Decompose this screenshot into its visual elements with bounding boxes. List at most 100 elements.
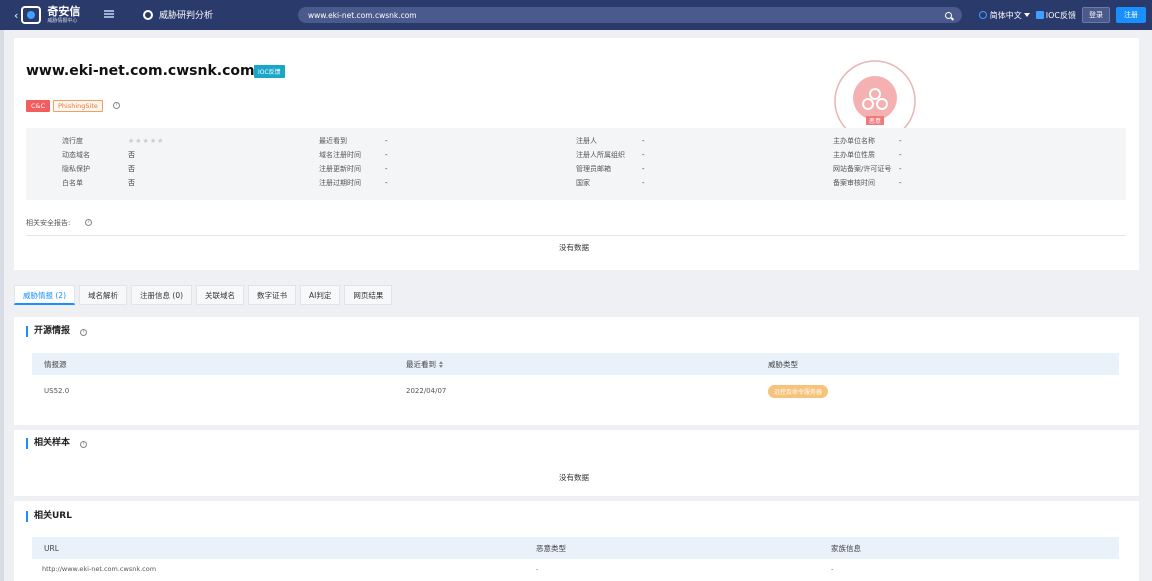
info-value: - [642,179,645,187]
urls-section: 相关URL URL 恶意类型 家族信息 http://www.eki-net.c… [14,501,1139,581]
info-value: 否 [128,151,135,159]
info-row: 动态域名 否 [62,150,319,160]
cell-threat: 远控及命令服务器 [756,384,1119,398]
help-icon[interactable]: ? [80,329,87,336]
tab-threat-intel[interactable]: 威胁情报 (2) [14,285,76,305]
info-value: - [899,179,902,187]
feedback-label: IOC反馈 [1045,10,1076,20]
info-row: 注册人所属组织 - [576,150,833,160]
tab-related-domains[interactable]: 关联域名 [196,285,245,305]
divider [26,235,1126,236]
language-selector[interactable]: 简体中文 [978,10,1030,21]
gear-icon [143,9,153,20]
info-row: 流行度 ★★★★★ [62,136,319,146]
cell-seen: 2022/04/07 [406,387,447,395]
brand-logo[interactable]: ‹ 奇安信 威胁情报中心 [14,5,80,25]
caret-down-icon [1023,13,1030,17]
info-value: 否 [128,179,135,187]
help-icon[interactable]: ? [113,102,120,109]
help-icon[interactable]: ? [80,441,87,448]
info-key: 注册过期时间 [319,179,361,187]
info-col-2: 最近看到 - 域名注册时间 - 注册更新时间 - 注册过期时间 - [319,136,576,192]
info-value: - [899,137,902,145]
info-value: - [385,179,388,187]
column-header: 家族信息 [831,543,861,553]
info-row: 国家 - [576,178,833,188]
column-header: 威胁类型 [768,359,798,369]
no-data-text: 没有数据 [559,473,589,482]
table-header: 情报源 最近看到 威胁类型 [32,353,1119,375]
info-col-4: 主办单位名称 - 主办单位性质 - 网站备案/许可证号 - 备案审核时间 - [833,136,1090,192]
header-actions: 简体中文 IOC反馈 登录 注册 [978,7,1146,23]
info-key: 白名单 [62,179,83,187]
cell-source: US52.0 [44,387,70,395]
report-label: 相关安全报告: [26,219,71,227]
info-value: - [899,151,902,159]
help-icon[interactable]: ? [85,219,92,226]
table-row: US52.0 2022/04/07 远控及命令服务器 [32,379,1119,403]
section-title: 相关样本 [26,438,70,449]
tab-web-results[interactable]: 网页结果 [344,285,393,305]
column-header-label: 最近看到 [406,359,436,369]
info-value: 否 [128,165,135,173]
column-header-sortable[interactable]: 最近看到 [394,359,756,370]
info-key: 注册人所属组织 [576,151,625,159]
tab-dns[interactable]: 域名解析 [79,285,128,305]
tab-ai-verdict[interactable]: AI判定 [300,285,341,305]
left-edge [0,30,4,581]
login-button[interactable]: 登录 [1082,7,1110,23]
search-input[interactable] [308,10,945,20]
info-row: 白名单 否 [62,178,319,188]
ioc-feedback-link[interactable]: IOC反馈 [1035,10,1076,21]
cell-url-link[interactable]: http://www.eki-net.com.cwsnk.com [32,565,524,573]
info-row: 备案审核时间 - [833,178,1090,188]
globe-icon [978,11,987,19]
info-key: 注册人 [576,137,597,145]
info-value: - [385,137,388,145]
samples-section: 相关样本 ? 没有数据 [14,430,1139,496]
tab-certificates[interactable]: 数字证书 [248,285,297,305]
register-button[interactable]: 注册 [1116,7,1146,23]
info-col-1: 流行度 ★★★★★ 动态域名否 隐私保护否 白名单否 [62,136,319,192]
language-label: 简体中文 [989,10,1022,20]
info-row: 最近看到 - [319,136,576,146]
logo-icon [21,6,42,24]
info-row: 主办单位名称 - [833,136,1090,146]
seal-label: 恶意 [869,117,881,125]
info-row: 注册人 - [576,136,833,146]
info-row: 主办单位性质 - [833,150,1090,160]
info-row: 管理员邮箱 - [576,164,833,174]
no-data-text: 没有数据 [559,243,589,252]
search-bar[interactable] [298,7,962,23]
module-title[interactable]: 威胁研判分析 [143,8,213,21]
column-header: 情报源 [44,359,67,369]
info-value: - [642,137,645,145]
table-header: URL 恶意类型 家族信息 [32,537,1119,559]
module-label: 威胁研判分析 [159,11,214,21]
info-value: - [385,151,388,159]
info-key: 流行度 [62,137,83,145]
section-title: 开源情报 [26,326,70,337]
tag-phishingsite: PhishingSite [53,100,103,112]
info-key: 网站备案/许可证号 [833,165,892,173]
summary-card: www.eki-net.com.cwsnk.com IOC反馈 C&C Phis… [14,38,1139,270]
info-col-3: 注册人 - 注册人所属组织 - 管理员邮箱 - 国家 - [576,136,833,192]
info-key: 动态域名 [62,151,90,159]
search-icon[interactable] [945,11,952,19]
info-row: 注册更新时间 - [319,164,576,174]
top-header: ‹ 奇安信 威胁情报中心 威胁研判分析 简体中文 IOC反馈 登录 注册 [0,0,1152,30]
info-row: 隐私保护 否 [62,164,319,174]
open-intel-section: 开源情报 ? 情报源 最近看到 威胁类型 US52.0 2022/04/07 远… [14,317,1139,425]
tab-registration[interactable]: 注册信息 (0) [131,285,193,305]
info-key: 域名注册时间 [319,151,361,159]
info-key: 注册更新时间 [319,165,361,173]
table-row: http://www.eki-net.com.cwsnk.com - - [32,559,1119,579]
info-row: 注册过期时间 - [319,178,576,188]
menu-icon[interactable] [104,10,114,18]
info-key: 最近看到 [319,137,347,145]
info-grid: 流行度 ★★★★★ 动态域名否 隐私保护否 白名单否 最近看到 - 域名注册时间 - … [26,128,1126,200]
back-chevron-icon[interactable]: ‹ [14,9,18,22]
info-value: - [385,165,388,173]
sort-icon[interactable] [439,361,444,368]
ioc-feedback-badge[interactable]: IOC反馈 [254,65,285,78]
